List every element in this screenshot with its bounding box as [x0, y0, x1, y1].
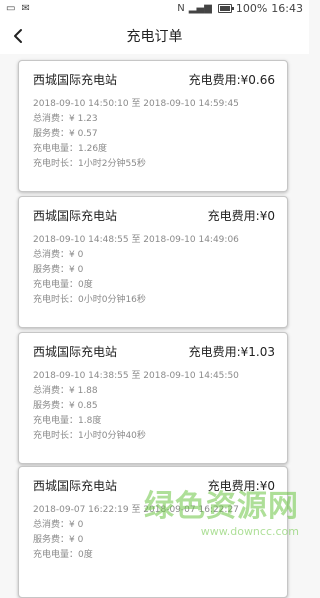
order-station-name: 西城国际充电站 [33, 479, 118, 493]
battery-text: 100% [235, 2, 268, 15]
order-total-cost: 总消费：¥ 0 [33, 520, 84, 530]
order-station-name: 西城国际充电站 [33, 209, 118, 223]
mail-icon: ✉ [21, 3, 30, 14]
order-station-name: 西城国际充电站 [33, 73, 118, 87]
clock-time: 16:43 [271, 2, 303, 15]
order-service-fee: 服务费：¥ 0.85 [33, 401, 98, 411]
order-energy: 充电电量：1.26度 [33, 144, 108, 154]
order-total-cost: 总消费：¥ 0 [33, 250, 84, 260]
order-card[interactable]: 西城国际充电站 充电费用:¥0 2018-09-10 14:48:55 至 20… [18, 196, 288, 328]
sim-icon: ▭ [6, 3, 16, 14]
status-left: ▭ ✉ [6, 3, 30, 15]
order-duration: 充电时长：1小时0分钟40秒 [33, 431, 146, 441]
order-energy: 充电电量：1.8度 [33, 416, 102, 426]
order-time-range: 2018-09-07 16:22:19 至 2018-09-07 16:22:2… [33, 505, 239, 515]
order-time-range: 2018-09-10 14:50:10 至 2018-09-10 14:59:4… [33, 99, 239, 109]
order-card[interactable]: 西城国际充电站 充电费用:¥0 2018-09-07 16:22:19 至 20… [18, 466, 288, 598]
page-title: 充电订单 [126, 29, 183, 45]
order-time-range: 2018-09-10 14:38:55 至 2018-09-10 14:45:5… [33, 371, 239, 381]
order-total-cost: 总消费：¥ 1.88 [33, 386, 98, 396]
status-bar: ▭ ✉ N ▂▄▆ 100% 16:43 [0, 0, 309, 18]
order-charge-fee: 充电费用:¥0.66 [188, 73, 275, 87]
battery-icon [217, 4, 234, 13]
order-charge-fee: 充电费用:¥0 [207, 479, 275, 493]
order-service-fee: 服务费：¥ 0 [33, 265, 84, 275]
order-energy: 充电电量：0度 [33, 280, 93, 290]
order-duration: 充电时长：0小时0分钟16秒 [33, 295, 146, 305]
order-charge-fee: 充电费用:¥1.03 [188, 345, 275, 359]
order-service-fee: 服务费：¥ 0.57 [33, 129, 98, 139]
app-header: 充电订单 [0, 18, 309, 54]
order-total-cost: 总消费：¥ 1.23 [33, 114, 98, 124]
status-right: N ▂▄▆ 100% 16:43 [177, 2, 303, 15]
order-energy: 充电电量：0度 [33, 550, 93, 560]
signal-icon: ▂▄▆ [188, 2, 212, 14]
order-time-range: 2018-09-10 14:48:55 至 2018-09-10 14:49:0… [33, 235, 239, 245]
order-charge-fee: 充电费用:¥0 [207, 209, 275, 223]
nfc-icon: N [177, 2, 185, 14]
order-card[interactable]: 西城国际充电站 充电费用:¥0.66 2018-09-10 14:50:10 至… [18, 60, 288, 192]
order-station-name: 西城国际充电站 [33, 345, 118, 359]
order-duration: 充电时长：1小时2分钟55秒 [33, 159, 146, 169]
order-service-fee: 服务费：¥ 0 [33, 535, 84, 545]
order-card[interactable]: 西城国际充电站 充电费用:¥1.03 2018-09-10 14:38:55 至… [18, 332, 288, 464]
